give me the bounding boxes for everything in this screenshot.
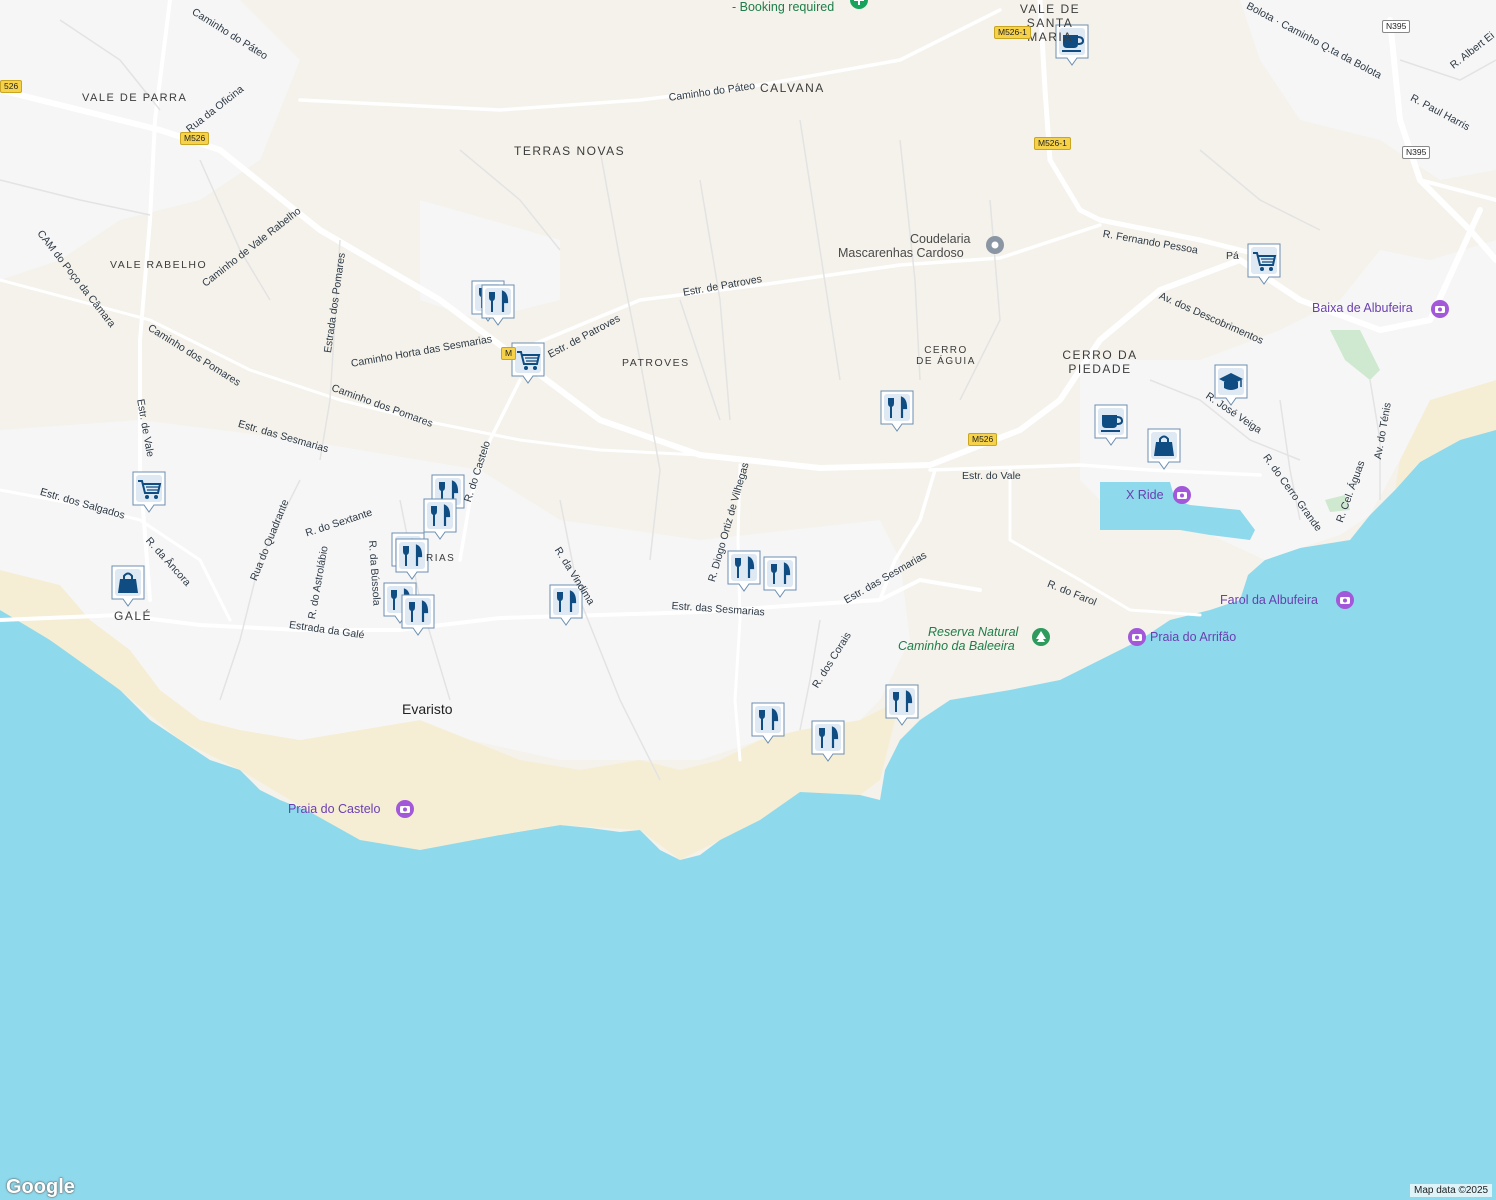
castelo-poi-icon[interactable]	[396, 800, 414, 818]
google-logo: Google	[6, 1176, 75, 1198]
street-label: Estr. do Vale	[962, 470, 1021, 482]
road-shield: M526-1	[994, 26, 1031, 39]
poi-label-baixa[interactable]: Baixa de Albufeira	[1312, 301, 1413, 315]
road-shield: N395	[1402, 146, 1431, 159]
area-label-patroves: PATROVES	[622, 357, 690, 369]
poi-label-castelo[interactable]: Praia do Castelo	[288, 802, 380, 816]
road-shield: M	[501, 347, 517, 360]
coudelaria-poi-icon[interactable]	[986, 236, 1004, 254]
poi-label-arrifao[interactable]: Praia do Arrifão	[1150, 630, 1236, 644]
poi-label-farol[interactable]: Farol da Albufeira	[1220, 593, 1318, 607]
area-label-cerro-de-aguia: CERRO DE ÁGUIA	[916, 345, 976, 367]
area-label-gale: GALÉ	[114, 609, 153, 623]
poi-label-coudelaria[interactable]: Coudelaria	[910, 232, 970, 246]
area-label-cerro-da-piedade: CERRO DA PIEDADE	[1062, 348, 1138, 376]
map-attribution[interactable]: Map data ©2025	[1410, 1184, 1493, 1197]
street-label: Pá	[1226, 250, 1239, 262]
area-label-calvana: CALVANA	[760, 81, 825, 95]
farol-poi-icon[interactable]	[1336, 591, 1354, 609]
poi-label-booking[interactable]: - Booking required	[732, 0, 834, 14]
road-shield: 526	[0, 80, 23, 93]
area-label-sesmarias: RIAS	[426, 553, 456, 564]
poi-label-reserva-2[interactable]: Caminho da Baleeira	[898, 639, 1015, 653]
arrifao-poi-icon[interactable]	[1128, 628, 1146, 646]
poi-label-x-ride[interactable]: X Ride	[1126, 488, 1164, 502]
town-label-evaristo: Evaristo	[402, 701, 453, 717]
reserva-poi-icon[interactable]	[1032, 628, 1050, 646]
baixa-poi-icon[interactable]	[1431, 300, 1449, 318]
x-ride-poi-icon[interactable]	[1173, 486, 1191, 504]
road-shield: M526-1	[1034, 137, 1071, 150]
area-label-vale-de-parra: VALE DE PARRA	[82, 92, 188, 104]
area-label-vale-rabelho: VALE RABELHO	[110, 259, 208, 271]
area-label-terras-novas: TERRAS NOVAS	[514, 144, 626, 158]
road-shield: M526	[180, 132, 210, 145]
road-shield: M526	[968, 433, 998, 446]
poi-label-reserva[interactable]: Reserva Natural	[928, 625, 1018, 639]
road-shield: N395	[1382, 20, 1411, 33]
poi-label-coudelaria-2[interactable]: Mascarenhas Cardoso	[838, 246, 964, 260]
